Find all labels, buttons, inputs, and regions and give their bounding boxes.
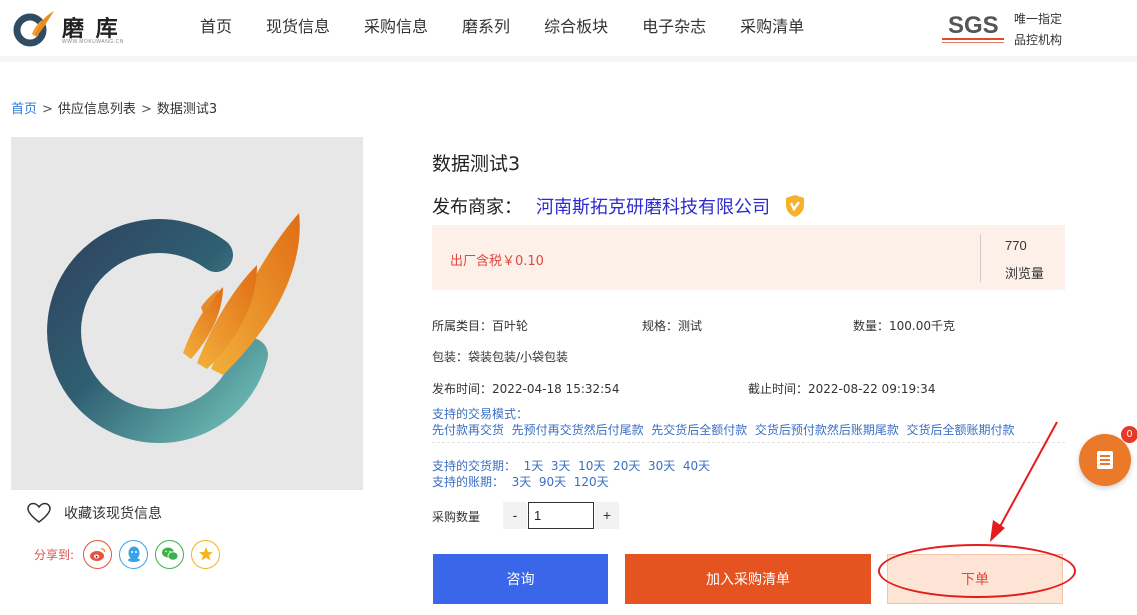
favorite-toggle[interactable]: 收藏该现货信息: [27, 502, 162, 524]
attr-publish-time: 发布时间：2022-04-18 15:32:54: [432, 382, 620, 396]
nav-spot-info[interactable]: 现货信息: [249, 0, 347, 56]
breadcrumb-list[interactable]: 供应信息列表: [58, 102, 136, 117]
attr-quantity: 数量：100.00千克: [853, 319, 955, 333]
top-header: 磨 库 WWW.MOKUWANG.CN 首页 现货信息 采购信息 磨系列 综合板…: [0, 0, 1137, 56]
share-qzone-button[interactable]: [191, 539, 221, 569]
list-icon: [1097, 451, 1113, 469]
views-label: 浏览量: [1005, 267, 1045, 282]
attr-packaging: 包装：袋装包装/小袋包装: [432, 350, 569, 364]
sgs-slogan-line1: 唯一指定: [1014, 12, 1063, 26]
wechat-icon: [161, 547, 178, 561]
sgs-underline: [942, 38, 1004, 40]
floating-purchase-list-button[interactable]: [1079, 434, 1131, 486]
nav-purchase-info[interactable]: 采购信息: [347, 0, 445, 56]
breadcrumb: 首页 > 供应信息列表 > 数据测试3: [11, 98, 217, 117]
qty-input[interactable]: [528, 502, 594, 529]
breadcrumb-current: 数据测试3: [156, 102, 218, 117]
sgs-logo: SGS: [942, 8, 1006, 48]
qty-increment-button[interactable]: +: [595, 502, 619, 529]
product-logo-icon: [47, 213, 300, 443]
factory-price: 出厂含税￥0.10: [450, 254, 544, 269]
favorite-label: 收藏该现货信息: [64, 506, 162, 522]
share-label: 分享到:: [34, 547, 75, 562]
page-root: 磨 库 WWW.MOKUWANG.CN 首页 现货信息 采购信息 磨系列 综合板…: [0, 0, 1137, 615]
add-to-purchase-list-button[interactable]: 加入采购清单: [625, 554, 871, 604]
nav-e-magazine[interactable]: 电子杂志: [625, 0, 723, 56]
price-box: 出厂含税￥0.10 770 浏览量: [432, 225, 1065, 290]
verified-shield-icon: [786, 195, 804, 217]
site-logo[interactable]: 磨 库 WWW.MOKUWANG.CN: [12, 8, 124, 48]
sgs-underline-thin: [942, 42, 1004, 43]
sgs-slogan: 唯一指定 品控机构: [1014, 9, 1062, 51]
purchase-qty-label: 采购数量: [432, 510, 481, 524]
share-qq-button[interactable]: [119, 539, 149, 569]
product-title: 数据测试3: [432, 153, 521, 175]
views-divider: [980, 234, 981, 282]
delivery-terms: 支持的交货期： 1天 3天 10天 20天 30天 40天: [432, 459, 711, 473]
sgs-text: SGS: [948, 12, 999, 39]
breadcrumb-separator: >: [42, 102, 53, 117]
share-bar: 分享到:: [34, 539, 221, 569]
breadcrumb-home[interactable]: 首页: [11, 102, 37, 117]
logo-subtext: WWW.MOKUWANG.CN: [62, 39, 124, 45]
consult-button[interactable]: 咨询: [433, 554, 608, 604]
nav-home[interactable]: 首页: [183, 0, 249, 56]
qzone-star-icon: [198, 547, 213, 561]
sgs-slogan-line2: 品控机构: [1014, 33, 1063, 47]
breadcrumb-separator: >: [140, 102, 152, 117]
attr-deadline: 截止时间：2022-08-22 09:19:34: [748, 382, 936, 396]
trade-modes: 先付款再交货 先预付再交货然后付尾款 先交货后全额付款 交货后预付款然后账期尾款…: [432, 423, 1015, 437]
share-weibo-button[interactable]: [83, 539, 113, 569]
seller-name-link[interactable]: 河南斯拓克研磨科技有限公司: [536, 193, 770, 219]
nav-grinding-series[interactable]: 磨系列: [445, 0, 527, 56]
section-divider: [432, 442, 1065, 443]
trade-modes-label: 支持的交易模式：: [432, 407, 529, 421]
nav-purchase-list[interactable]: 采购清单: [723, 0, 821, 56]
logo-mark-icon: [13, 11, 54, 47]
main-nav: 首页 现货信息 采购信息 磨系列 综合板块 电子杂志 采购清单: [183, 0, 821, 56]
attr-category: 所属类目：百叶轮: [432, 319, 529, 333]
quantity-stepper: - +: [503, 502, 619, 529]
views-count: 770: [1005, 238, 1027, 253]
seller-label: 发布商家：: [432, 197, 522, 218]
attr-spec: 规格：测试: [642, 319, 703, 333]
qty-decrement-button[interactable]: -: [503, 502, 527, 529]
seller-row: 发布商家： 河南斯拓克研磨科技有限公司: [432, 193, 806, 219]
place-order-button[interactable]: 下单: [887, 554, 1063, 604]
heart-icon: [27, 502, 51, 523]
cart-count-badge: 0: [1121, 426, 1137, 443]
weibo-icon: [89, 548, 105, 561]
nav-general-section[interactable]: 综合板块: [527, 0, 625, 56]
payment-terms: 支持的账期： 3天 90天 120天: [432, 475, 609, 489]
qq-icon: [127, 546, 140, 562]
share-wechat-button[interactable]: [155, 539, 185, 569]
product-image: [11, 137, 363, 490]
